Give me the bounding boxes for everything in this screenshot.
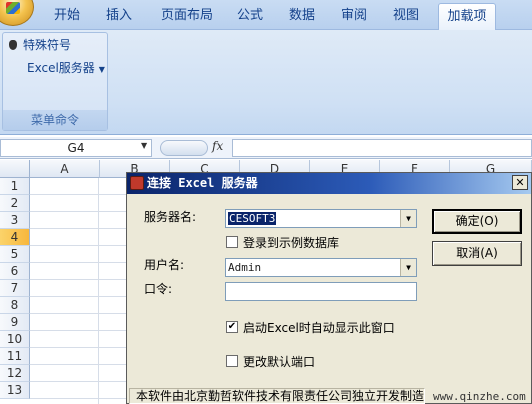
formula-bar-resize-handle[interactable] bbox=[160, 140, 208, 156]
tab-page-layout[interactable]: 页面布局 bbox=[152, 3, 222, 30]
row-header[interactable]: 8 bbox=[0, 297, 30, 314]
tab-insert[interactable]: 插入 bbox=[96, 3, 142, 30]
close-button[interactable]: ✕ bbox=[512, 175, 528, 190]
row-header[interactable]: 10 bbox=[0, 331, 30, 348]
row-header[interactable]: 3 bbox=[0, 212, 30, 229]
tab-home[interactable]: 开始 bbox=[46, 3, 88, 30]
special-symbol-icon bbox=[9, 40, 17, 50]
chevron-down-icon: ▼ bbox=[98, 65, 105, 74]
tab-review[interactable]: 审阅 bbox=[332, 3, 376, 30]
server-name-label: 服务器名: bbox=[144, 210, 197, 224]
tab-formulas[interactable]: 公式 bbox=[228, 3, 272, 30]
formula-bar: G4 ▼ fx bbox=[0, 137, 532, 159]
row-header[interactable]: 7 bbox=[0, 280, 30, 297]
row-header[interactable]: 6 bbox=[0, 263, 30, 280]
row-header[interactable]: 5 bbox=[0, 246, 30, 263]
office-button[interactable] bbox=[0, 0, 34, 26]
password-label: 口令: bbox=[144, 282, 173, 296]
column-header-a[interactable]: A bbox=[30, 160, 100, 178]
cancel-button[interactable]: 取消(A) bbox=[432, 241, 522, 266]
row-header[interactable]: 2 bbox=[0, 195, 30, 212]
special-symbols-label: 特殊符号 bbox=[23, 38, 72, 52]
ribbon-tab-bar: 开始 插入 页面布局 公式 数据 审阅 视图 加载项 bbox=[0, 0, 532, 30]
ribbon-panel: 特殊符号 Excel服务器 ▼ 菜单命令 bbox=[0, 30, 532, 135]
change-port-label[interactable]: 更改默认端口 bbox=[243, 355, 315, 369]
app-icon bbox=[130, 176, 144, 190]
server-name-combo[interactable]: CESOFT3 ▼ bbox=[225, 209, 417, 228]
change-port-checkbox[interactable] bbox=[226, 355, 238, 367]
dialog-title: 连接 Excel 服务器 bbox=[147, 176, 258, 190]
row-header[interactable]: 13 bbox=[0, 382, 30, 399]
watermark-text: www.qinzhe.com bbox=[433, 390, 526, 403]
password-field[interactable] bbox=[225, 282, 417, 301]
connect-server-dialog: 连接 Excel 服务器 ✕ 服务器名: CESOFT3 ▼ 登录到示例数据库 … bbox=[126, 172, 532, 404]
autostart-label[interactable]: 启动Excel时自动显示此窗口 bbox=[243, 321, 395, 335]
row-header[interactable]: 12 bbox=[0, 365, 30, 382]
excel-server-menu[interactable]: Excel服务器 ▼ bbox=[27, 60, 105, 76]
select-all-corner[interactable] bbox=[0, 160, 30, 178]
menu-commands-group: 特殊符号 Excel服务器 ▼ 菜单命令 bbox=[2, 32, 108, 131]
chevron-down-icon[interactable]: ▼ bbox=[400, 259, 416, 276]
dialog-title-bar[interactable]: 连接 Excel 服务器 ✕ bbox=[127, 173, 531, 194]
server-name-value: CESOFT3 bbox=[228, 212, 277, 225]
autostart-checkbox[interactable]: ✔ bbox=[226, 321, 238, 333]
login-demo-label[interactable]: 登录到示例数据库 bbox=[243, 236, 339, 250]
name-box[interactable]: G4 bbox=[0, 139, 152, 157]
tab-data[interactable]: 数据 bbox=[280, 3, 324, 30]
row-header[interactable]: 11 bbox=[0, 348, 30, 365]
insert-function-icon[interactable]: fx bbox=[212, 139, 223, 153]
row-header-selected[interactable]: 4 bbox=[0, 229, 30, 246]
group-label: 菜单命令 bbox=[3, 110, 107, 130]
ok-button[interactable]: 确定(O) bbox=[432, 209, 522, 234]
user-name-combo[interactable]: Admin ▼ bbox=[225, 258, 417, 277]
name-box-dropdown-icon[interactable]: ▼ bbox=[141, 141, 147, 150]
tab-view[interactable]: 视图 bbox=[384, 3, 428, 30]
user-name-label: 用户名: bbox=[144, 258, 185, 272]
tab-addins[interactable]: 加载项 bbox=[438, 3, 496, 30]
login-demo-checkbox[interactable] bbox=[226, 236, 238, 248]
row-header[interactable]: 1 bbox=[0, 178, 30, 195]
chevron-down-icon[interactable]: ▼ bbox=[400, 210, 416, 227]
formula-input[interactable] bbox=[232, 139, 532, 157]
row-header[interactable]: 9 bbox=[0, 314, 30, 331]
special-symbols-menu[interactable]: 特殊符号 bbox=[9, 37, 71, 53]
office-logo-icon bbox=[6, 2, 20, 14]
user-name-value: Admin bbox=[228, 261, 262, 274]
excel-server-label: Excel服务器 bbox=[27, 61, 95, 75]
status-bar: 本软件由北京勤哲软件技术有限责任公司独立开发制造 bbox=[129, 388, 425, 404]
